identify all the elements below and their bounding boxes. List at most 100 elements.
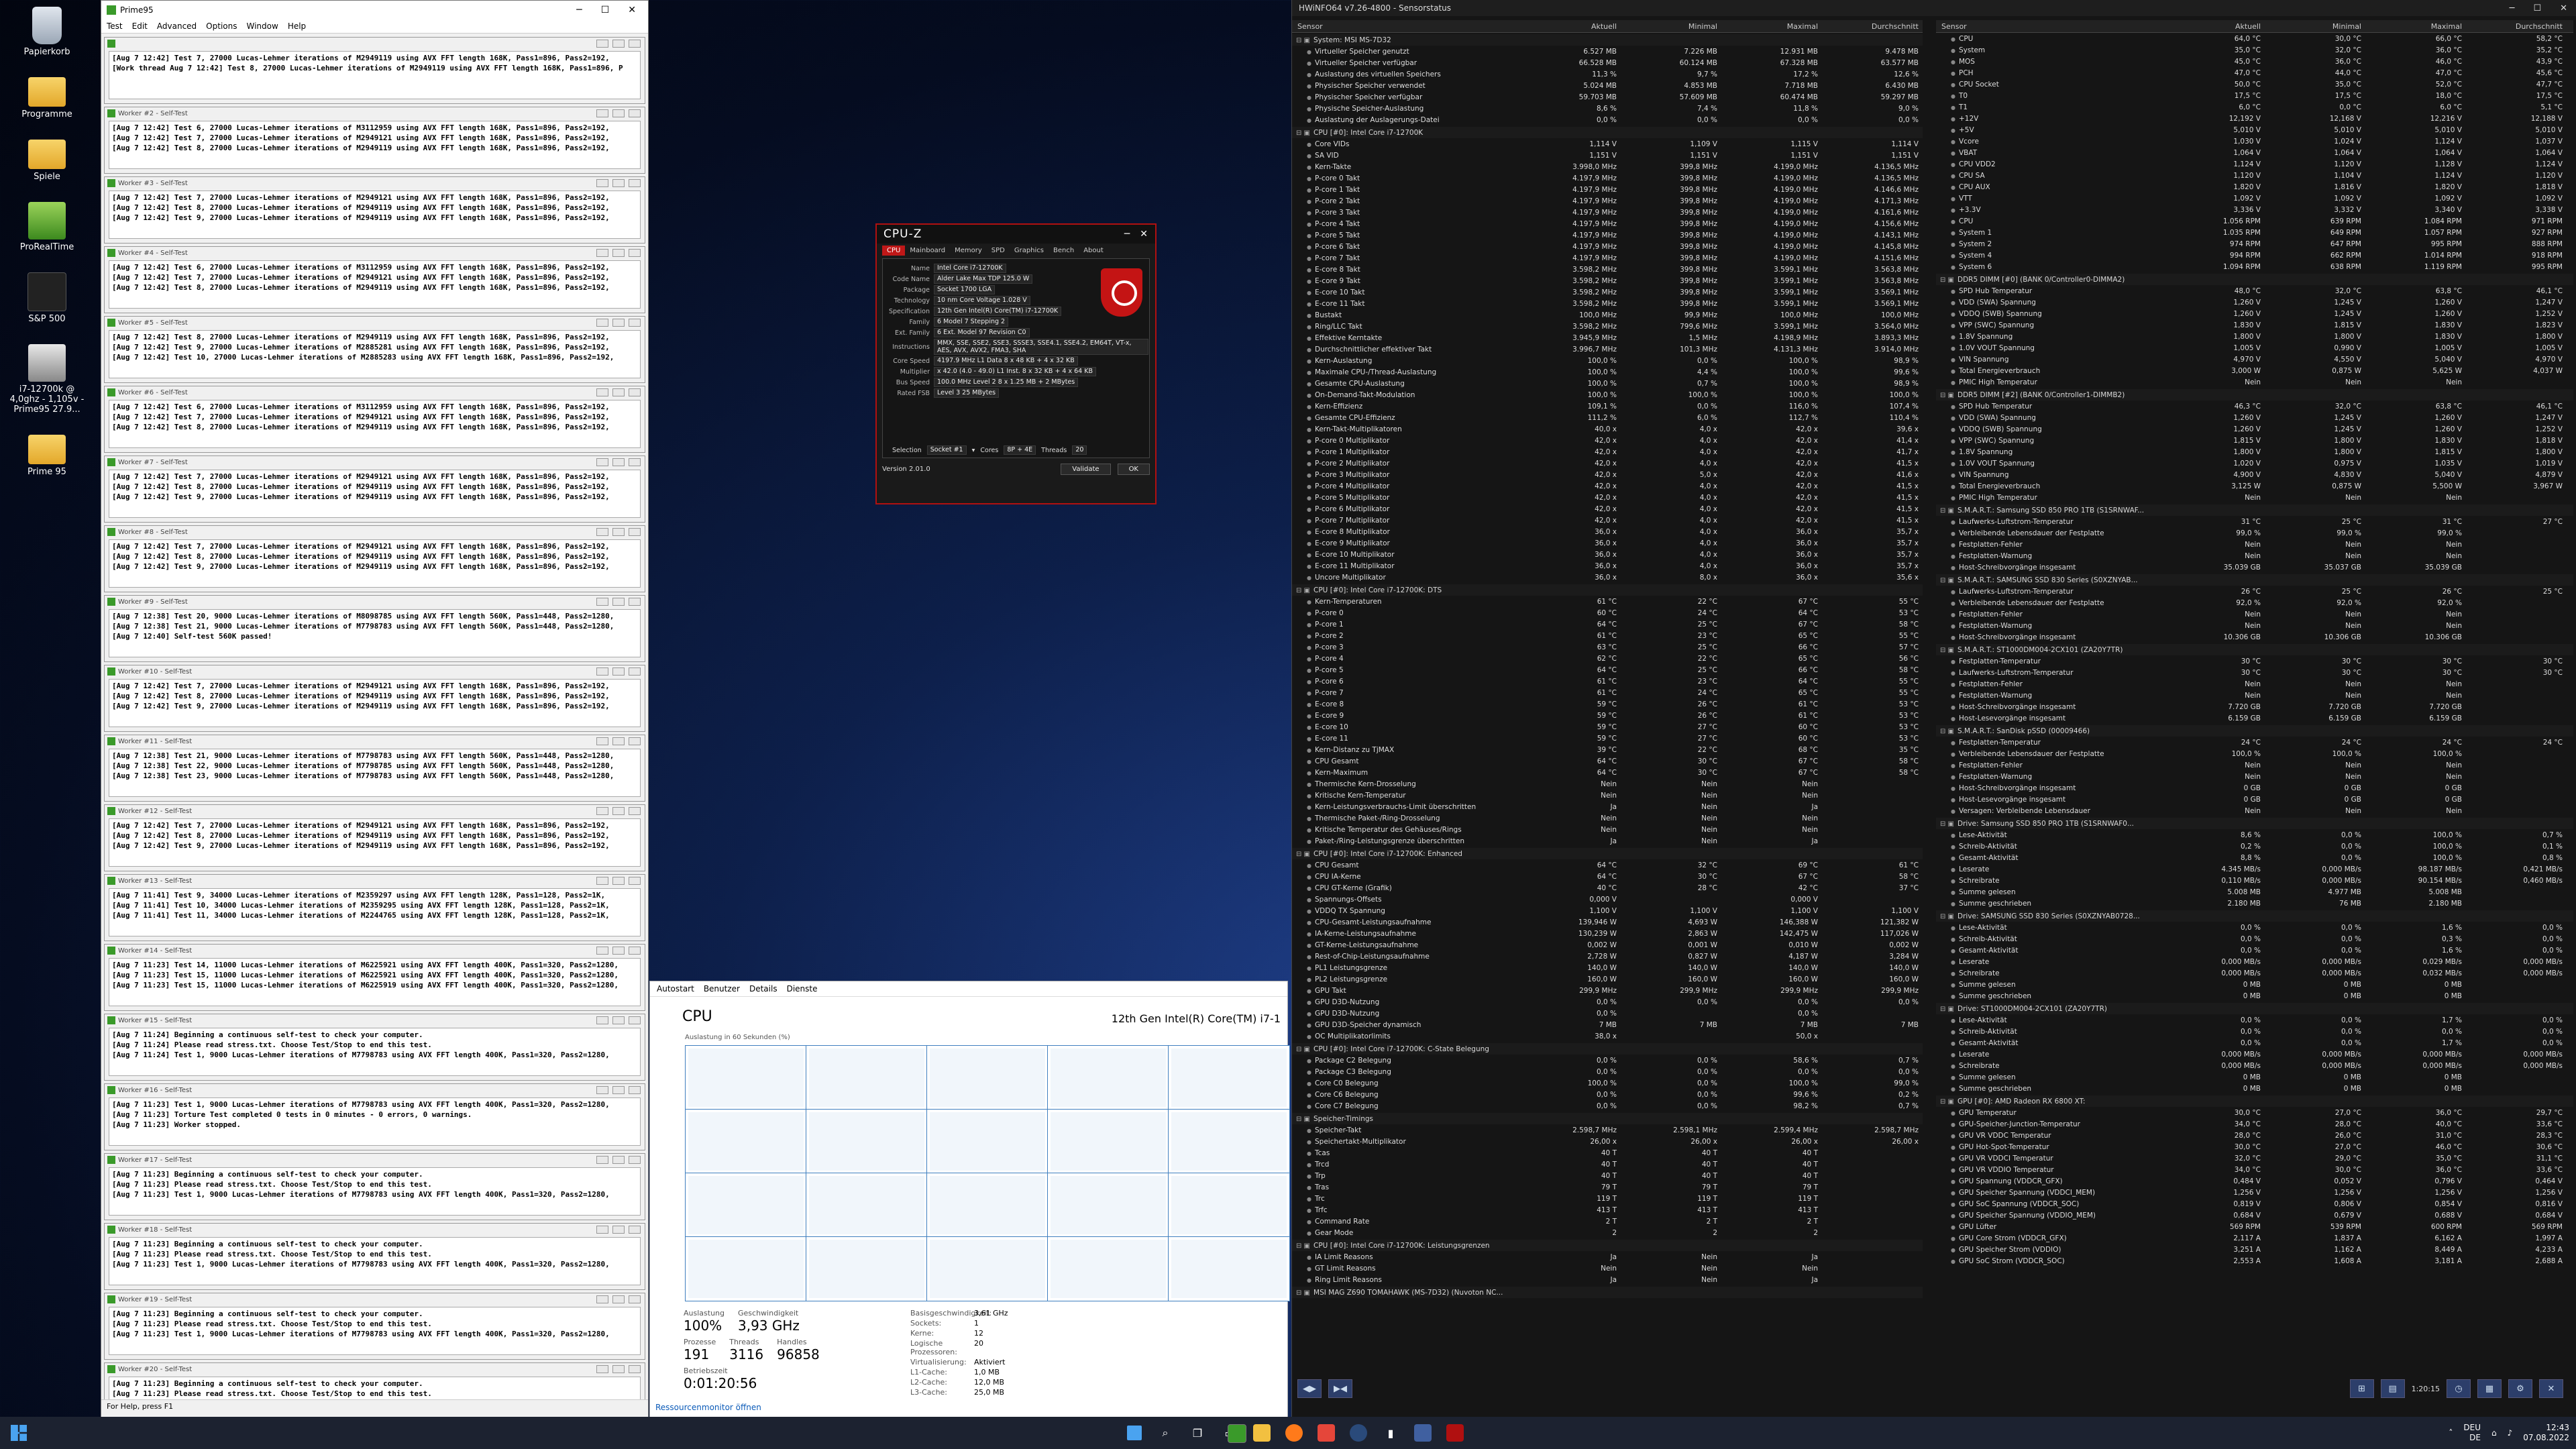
- sensor-row[interactable]: P-core 261 °C23 °C65 °C55 °C: [1292, 630, 1923, 641]
- sensor-row[interactable]: Auslastung der Auslagerungs-Datei0,0 %0,…: [1292, 114, 1923, 125]
- sensor-row[interactable]: Physische Speicher-Auslastung8,6 %7,4 %1…: [1292, 103, 1923, 114]
- minimize-icon[interactable]: [596, 1086, 608, 1094]
- sensor-row[interactable]: P-core 0 Takt4.197,9 MHz399,8 MHz4.199,0…: [1292, 172, 1923, 184]
- sensor-row[interactable]: P-core 363 °C25 °C66 °C57 °C: [1292, 641, 1923, 653]
- sensor-row[interactable]: VPP (SWC) Spannung1,830 V1,815 V1,830 V1…: [1936, 319, 2573, 331]
- sensor-row[interactable]: Tcas40 T40 T40 T: [1292, 1147, 1923, 1159]
- sensor-row[interactable]: GT Limit ReasonsNeinNeinNein: [1292, 1263, 1923, 1274]
- sensor-group[interactable]: S.M.A.R.T.: SanDisk pSSD (00009466): [1936, 725, 2573, 737]
- chevron-down-icon[interactable]: ▾: [972, 447, 975, 454]
- sensor-row[interactable]: System 11.035 RPM649 RPM1.057 RPM927 RPM: [1936, 227, 2573, 238]
- sensor-row[interactable]: CPU1.056 RPM639 RPM1.084 RPM971 RPM: [1936, 215, 2573, 227]
- tab-memory[interactable]: Memory: [950, 246, 987, 256]
- sensor-row[interactable]: Kritische Kern-TemperaturNeinNeinNein: [1292, 790, 1923, 801]
- sensor-row[interactable]: PMIC High TemperaturNeinNeinNein: [1936, 376, 2573, 388]
- sensor-row[interactable]: P-core 462 °C22 °C65 °C56 °C: [1292, 653, 1923, 664]
- sensor-row[interactable]: Summe geschrieben0 MB0 MB0 MB: [1936, 1083, 2573, 1094]
- prime95-window[interactable]: Prime95 ─ ☐ ✕ Test Edit Advanced Options Win…: [101, 0, 649, 1418]
- close-icon[interactable]: [629, 528, 641, 536]
- sensor-row[interactable]: E-core 1159 °C27 °C60 °C53 °C: [1292, 733, 1923, 744]
- menu-item-window[interactable]: Window: [246, 21, 278, 31]
- sensor-row[interactable]: Schreib-Aktivität0,0 %0,0 %0,3 %0,0 %: [1936, 933, 2573, 945]
- worker-window[interactable]: Worker #15 - Self-Test [Aug 7 11:24] Begi…: [104, 1014, 645, 1081]
- sensor-row[interactable]: P-core 3 Takt4.197,9 MHz399,8 MHz4.199,0…: [1292, 207, 1923, 218]
- sensor-row[interactable]: Schreibrate0,000 MB/s0,000 MB/s0,000 MB/…: [1936, 1060, 2573, 1071]
- sensor-row[interactable]: P-core 4 Takt4.197,9 MHz399,8 MHz4.199,0…: [1292, 218, 1923, 229]
- worker-titlebar[interactable]: Worker #7 - Self-Test: [105, 456, 645, 468]
- sensor-row[interactable]: Versagen: Verbleibende LebensdauerNeinNe…: [1936, 805, 2573, 816]
- sensor-row[interactable]: P-core 564 °C25 °C66 °C58 °C: [1292, 664, 1923, 676]
- sensor-row[interactable]: E-core 1059 °C27 °C60 °C53 °C: [1292, 721, 1923, 733]
- sensor-row[interactable]: Host-Schreibvorgänge insgesamt0 GB0 GB0 …: [1936, 782, 2573, 794]
- network-icon[interactable]: ⌂: [2491, 1428, 2497, 1438]
- worker-window[interactable]: Worker #14 - Self-Test [Aug 7 11:23] Test…: [104, 944, 645, 1011]
- hwinfo-taskbar-icon[interactable]: [1414, 1424, 1432, 1442]
- sensor-row[interactable]: MOS45,0 °C36,0 °C46,0 °C43,9 °C: [1936, 56, 2573, 67]
- sensor-row[interactable]: Kern-Distanz zu TjMAX39 °C22 °C68 °C35 °…: [1292, 744, 1923, 755]
- sensor-group[interactable]: System: MSI MS-7D32: [1292, 34, 1923, 46]
- sensor-row[interactable]: Host-Lesevorgänge insgesamt0 GB0 GB0 GB: [1936, 794, 2573, 805]
- sensor-row[interactable]: Bustakt100,0 MHz99,9 MHz100,0 MHz100,0 M…: [1292, 309, 1923, 321]
- sensor-row[interactable]: P-core 761 °C24 °C65 °C55 °C: [1292, 687, 1923, 698]
- sensor-row[interactable]: Gear Mode222: [1292, 1227, 1923, 1238]
- sensor-row[interactable]: Lese-Aktivität0,0 %0,0 %1,6 %0,0 %: [1936, 922, 2573, 933]
- tab-cpu[interactable]: CPU: [882, 246, 906, 256]
- desktop-icon[interactable]: Prime 95: [7, 435, 87, 477]
- sensor-row[interactable]: Gesamte CPU-Effizienz111,2 %6,0 %112,7 %…: [1292, 412, 1923, 423]
- close-icon[interactable]: [629, 1086, 641, 1094]
- cpuz-window[interactable]: CPU-Z ─ ✕ CPU Mainboard Memory SPD Graphics B…: [875, 223, 1157, 504]
- sensor-row[interactable]: Schreib-Aktivität0,0 %0,0 %0,0 %0,0 %: [1936, 1026, 2573, 1037]
- worker-titlebar[interactable]: Worker #3 - Self-Test: [105, 177, 645, 189]
- sensor-row[interactable]: Laufwerks-Luftstrom-Temperatur26 °C25 °C…: [1936, 586, 2573, 597]
- sensor-row[interactable]: P-core 164 °C25 °C67 °C58 °C: [1292, 619, 1923, 630]
- desktop-icon[interactable]: Spiele: [7, 140, 87, 182]
- column-header[interactable]: Durchschnitt: [1822, 22, 1923, 31]
- minimize-icon[interactable]: [596, 1156, 608, 1164]
- sensor-row[interactable]: GPU Speicher Spannung (VDDCI_MEM)1,256 V…: [1936, 1187, 2573, 1198]
- sensor-row[interactable]: Core VIDs1,114 V1,109 V1,115 V1,114 V: [1292, 138, 1923, 150]
- sensor-row[interactable]: E-core 9 Multiplikator36,0 x4,0 x36,0 x3…: [1292, 537, 1923, 549]
- worker-window[interactable]: Worker #20 - Self-Test [Aug 7 11:23] Begi…: [104, 1362, 645, 1403]
- desktop-icon[interactable]: Programme: [7, 77, 87, 119]
- task-view-icon[interactable]: ❐: [1189, 1424, 1206, 1442]
- worker-window[interactable]: Worker #17 - Self-Test [Aug 7 11:23] Begi…: [104, 1153, 645, 1220]
- worker-titlebar[interactable]: Worker #20 - Self-Test: [105, 1363, 645, 1375]
- menu-item-advanced[interactable]: Advanced: [157, 21, 197, 31]
- sensor-row[interactable]: PL1 Leistungsgrenze140,0 W140,0 W140,0 W…: [1292, 962, 1923, 973]
- sensor-row[interactable]: Lese-Aktivität0,0 %0,0 %1,7 %0,0 %: [1936, 1014, 2573, 1026]
- worker-window[interactable]: [Aug 7 12:42] Test 7, 27000 Lucas-Lehmer…: [104, 37, 645, 104]
- sensor-row[interactable]: T16,0 °C0,0 °C6,0 °C5,1 °C: [1936, 101, 2573, 113]
- sensor-row[interactable]: CPU SA1,120 V1,104 V1,124 V1,120 V: [1936, 170, 2573, 181]
- sensor-row[interactable]: Total Energieverbrauch3,000 W0,875 W5,62…: [1936, 365, 2573, 376]
- sensor-row[interactable]: Package C2 Belegung0,0 %0,0 %58,6 %0,7 %: [1292, 1055, 1923, 1066]
- arrows-collapse-icon[interactable]: ▶◀: [1328, 1379, 1352, 1398]
- sensor-row[interactable]: GPU D3D-Nutzung0,0 %0,0 %0,0 %0,0 %: [1292, 996, 1923, 1008]
- sensor-row[interactable]: VDD (SWA) Spannung1,260 V1,245 V1,260 V1…: [1936, 412, 2573, 423]
- close-icon[interactable]: [629, 458, 641, 466]
- column-header[interactable]: Maximal: [1721, 22, 1822, 31]
- sensor-row[interactable]: Package C3 Belegung0,0 %0,0 %0,0 %0,0 %: [1292, 1066, 1923, 1077]
- sensor-row[interactable]: P-core 0 Multiplikator42,0 x4,0 x42,0 x4…: [1292, 435, 1923, 446]
- sensor-row[interactable]: Ring/LLC Takt3.598,2 MHz799,6 MHz3.599,1…: [1292, 321, 1923, 332]
- sensor-row[interactable]: Festplatten-WarnungNeinNeinNein: [1936, 620, 2573, 631]
- worker-titlebar[interactable]: Worker #19 - Self-Test: [105, 1293, 645, 1305]
- close-icon[interactable]: ✕: [628, 5, 636, 15]
- minimize-icon[interactable]: ─: [576, 5, 582, 15]
- sensor-row[interactable]: Kern-Temperaturen61 °C22 °C67 °C55 °C: [1292, 596, 1923, 607]
- sensor-row[interactable]: T017,5 °C17,5 °C18,0 °C17,5 °C: [1936, 90, 2573, 101]
- sensor-row[interactable]: Maximale CPU-/Thread-Auslastung100,0 %4,…: [1292, 366, 1923, 378]
- tab-about[interactable]: About: [1079, 246, 1108, 256]
- sensor-row[interactable]: CPU AUX1,820 V1,816 V1,820 V1,818 V: [1936, 181, 2573, 193]
- sensor-row[interactable]: Speicher-Takt2.598,7 MHz2.598,1 MHz2.599…: [1292, 1124, 1923, 1136]
- sensor-row[interactable]: Kern-Auslastung100,0 %0,0 %100,0 %98,9 %: [1292, 355, 1923, 366]
- sensor-row[interactable]: CPU Gesamt64 °C32 °C69 °C61 °C: [1292, 859, 1923, 871]
- maximize-icon[interactable]: [612, 388, 625, 396]
- sensor-row[interactable]: Festplatten-WarnungNeinNeinNein: [1936, 690, 2573, 701]
- sensor-row[interactable]: P-core 2 Takt4.197,9 MHz399,8 MHz4.199,0…: [1292, 195, 1923, 207]
- sensor-row[interactable]: 1.0V VOUT Spannung1,020 V0,975 V1,035 V1…: [1936, 458, 2573, 469]
- language-indicator[interactable]: DEU DE: [2463, 1423, 2481, 1443]
- sensor-group[interactable]: DDR5 DIMM [#2] (BANK 0/Controller1-DIMMB…: [1936, 389, 2573, 400]
- sensor-row[interactable]: +5V5,010 V5,010 V5,010 V5,010 V: [1936, 124, 2573, 136]
- windows-start-icon[interactable]: [11, 1425, 27, 1441]
- close-icon[interactable]: [629, 388, 641, 396]
